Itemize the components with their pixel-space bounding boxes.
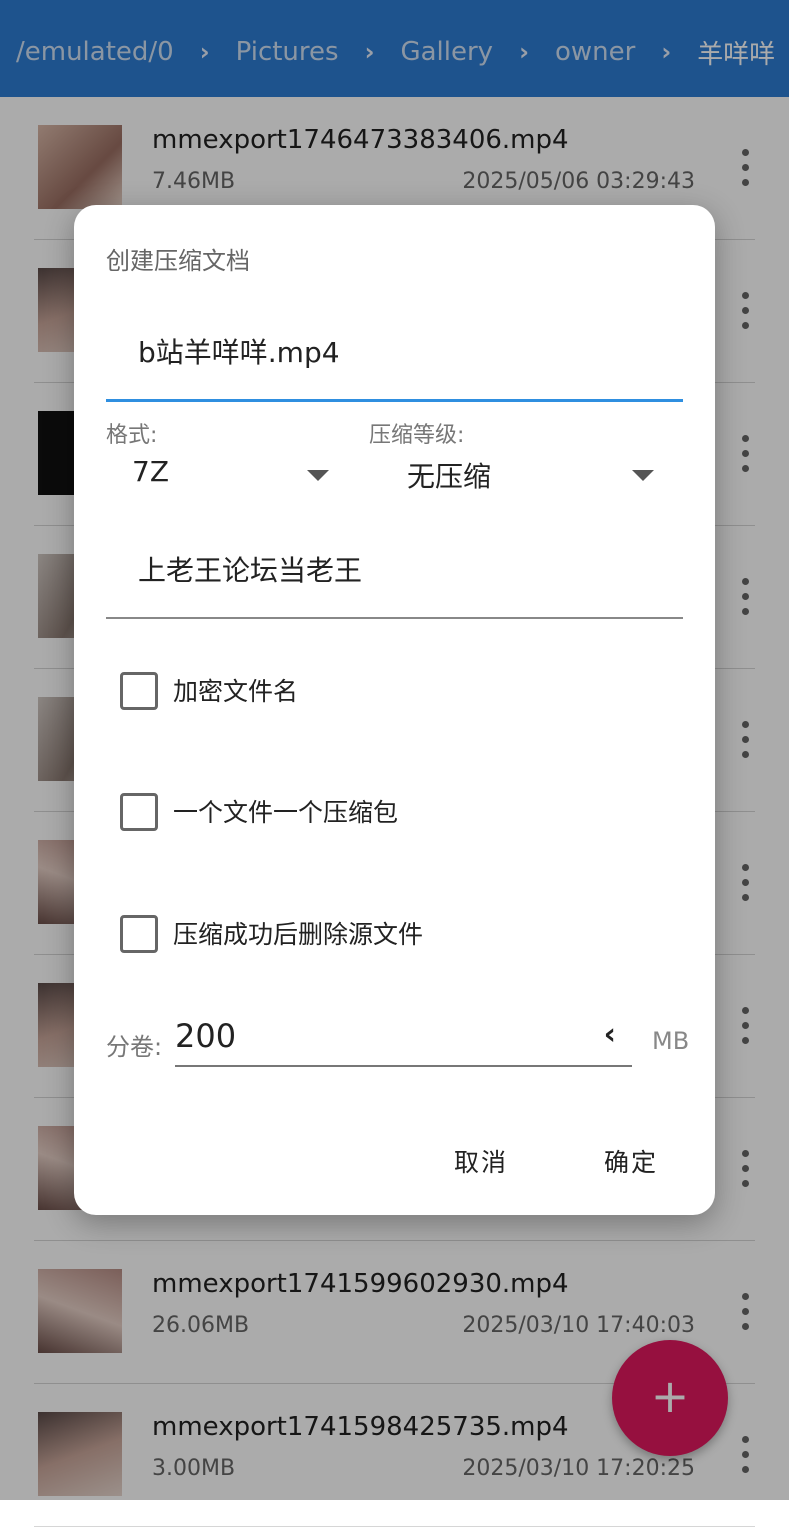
compression-level-value: 无压缩	[407, 460, 492, 493]
dropdown-arrow-icon	[307, 470, 329, 481]
archive-name-input[interactable]: b站羊咩咩.mp4	[106, 305, 683, 402]
format-label: 格式:	[106, 423, 158, 448]
volume-label: 分卷:	[106, 1033, 163, 1061]
volume-size-value: 200	[175, 1017, 237, 1055]
volume-size-input[interactable]: 200 ‹	[175, 1013, 632, 1067]
chevron-left-icon[interactable]: ‹	[604, 1017, 616, 1052]
checkbox-label: 一个文件一个压缩包	[173, 798, 399, 827]
cancel-button[interactable]: 取消	[454, 1143, 508, 1179]
confirm-button[interactable]: 确定	[604, 1143, 658, 1179]
format-value: 7Z	[132, 455, 169, 488]
checkbox-label: 压缩成功后删除源文件	[173, 920, 424, 949]
compression-level-select[interactable]: 无压缩	[369, 451, 659, 499]
dropdown-arrow-icon	[632, 470, 654, 481]
checkbox-label: 加密文件名	[173, 677, 299, 706]
password-input[interactable]: 上老王论坛当老王	[106, 523, 683, 619]
password-value: 上老王论坛当老王	[138, 554, 363, 587]
delete-source-checkbox[interactable]	[120, 915, 158, 953]
encrypt-filenames-checkbox[interactable]	[120, 672, 158, 710]
archive-name-value: b站羊咩咩.mp4	[138, 336, 340, 369]
format-select[interactable]: 7Z	[106, 451, 336, 499]
compression-level-label: 压缩等级:	[369, 423, 465, 448]
create-archive-dialog: 创建压缩文档 b站羊咩咩.mp4 格式: 压缩等级: 7Z 无压缩 上老王论坛当…	[74, 205, 715, 1215]
dialog-title: 创建压缩文档	[106, 247, 250, 275]
volume-unit: MB	[652, 1027, 690, 1055]
one-archive-per-file-checkbox[interactable]	[120, 793, 158, 831]
